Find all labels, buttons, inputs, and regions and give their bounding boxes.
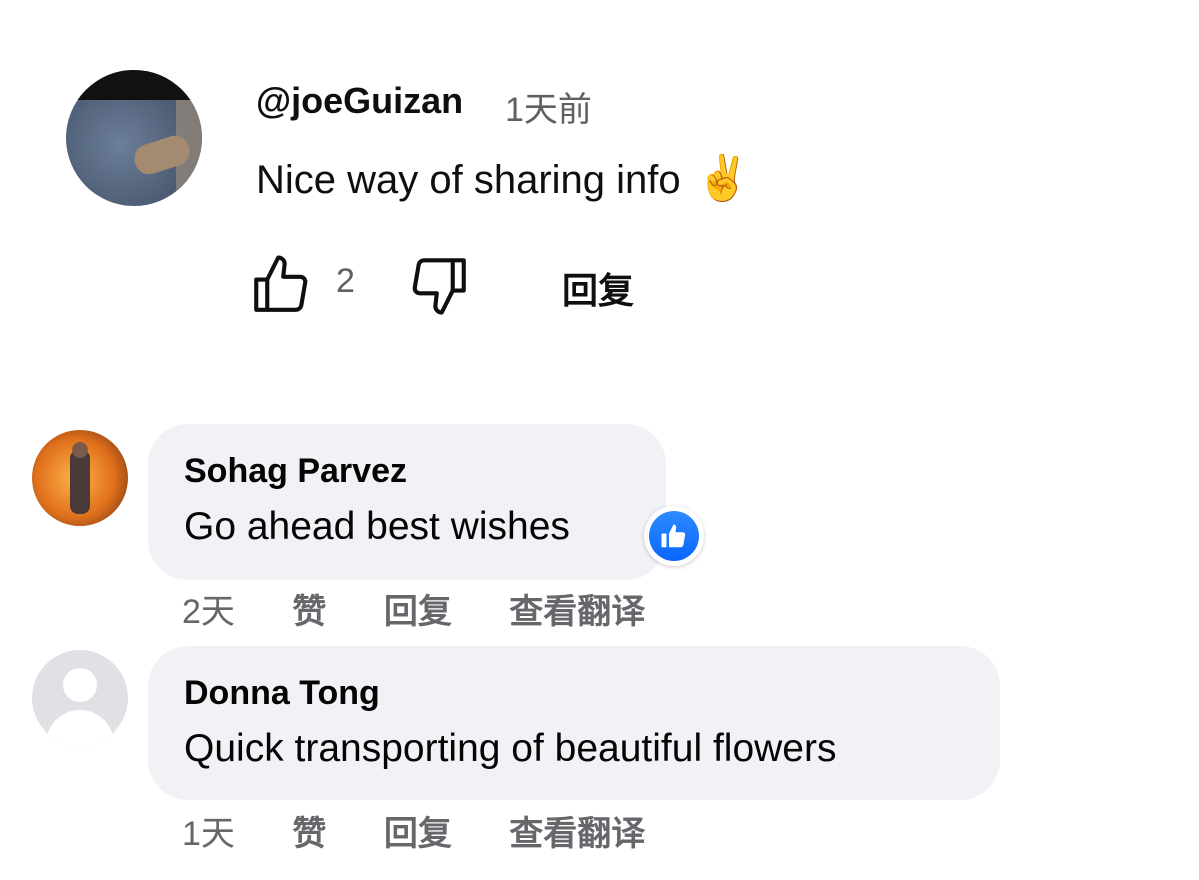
thumbs-up-icon [661,524,686,548]
reply-button[interactable]: 回复 [562,262,634,314]
comment-text-body: Nice way of sharing info [256,158,681,202]
comment-timestamp[interactable]: 1天前 [505,82,592,131]
comment-author[interactable]: @joeGuizan [256,80,463,122]
avatar[interactable] [32,650,128,746]
avatar-photo-detail [72,442,88,458]
comment-text: Nice way of sharing info ✌️ [256,152,751,204]
avatar[interactable] [32,430,128,526]
dislike-button[interactable] [406,252,472,318]
comment-author[interactable]: Donna Tong [184,674,964,713]
comment-timestamp[interactable]: 2天 [182,584,235,633]
avatar-photo-detail [70,450,90,514]
see-translation-link[interactable]: 查看翻译 [509,806,645,855]
reply-link[interactable]: 回复 [384,806,452,855]
comment-text: Quick transporting of beautiful flowers [184,727,837,770]
youtube-comment: @joeGuizan 1天前 Nice way of sharing info … [0,0,1199,360]
avatar[interactable] [66,70,202,206]
like-reaction-icon [649,511,699,561]
comment-actions: 2天 赞 回复 查看翻译 [182,584,693,633]
victory-hand-emoji: ✌️ [695,154,751,203]
thumbs-up-icon [254,255,308,312]
comment-bubble: Donna Tong Quick transporting of beautif… [148,646,1000,800]
facebook-comment: Sohag Parvez Go ahead best wishes 2天 赞 回… [0,424,1199,634]
like-button[interactable] [248,252,314,318]
like-link[interactable]: 赞 [292,584,326,633]
default-avatar-icon [46,710,114,746]
comment-actions: 1天 赞 回复 查看翻译 [182,806,693,855]
comment-bubble: Sohag Parvez Go ahead best wishes [148,424,666,580]
comment-timestamp[interactable]: 1天 [182,806,235,855]
reply-link[interactable]: 回复 [384,584,452,633]
comment-author[interactable]: Sohag Parvez [184,452,630,491]
avatar-photo-detail [66,70,202,100]
facebook-comment: Donna Tong Quick transporting of beautif… [0,646,1199,856]
see-translation-link[interactable]: 查看翻译 [509,584,645,633]
comment-text: Go ahead best wishes [184,505,570,548]
default-avatar-icon [63,668,97,702]
like-link[interactable]: 赞 [292,806,326,855]
like-reaction-badge[interactable] [644,506,704,566]
like-count: 2 [336,262,355,300]
thumbs-down-icon [412,258,466,315]
